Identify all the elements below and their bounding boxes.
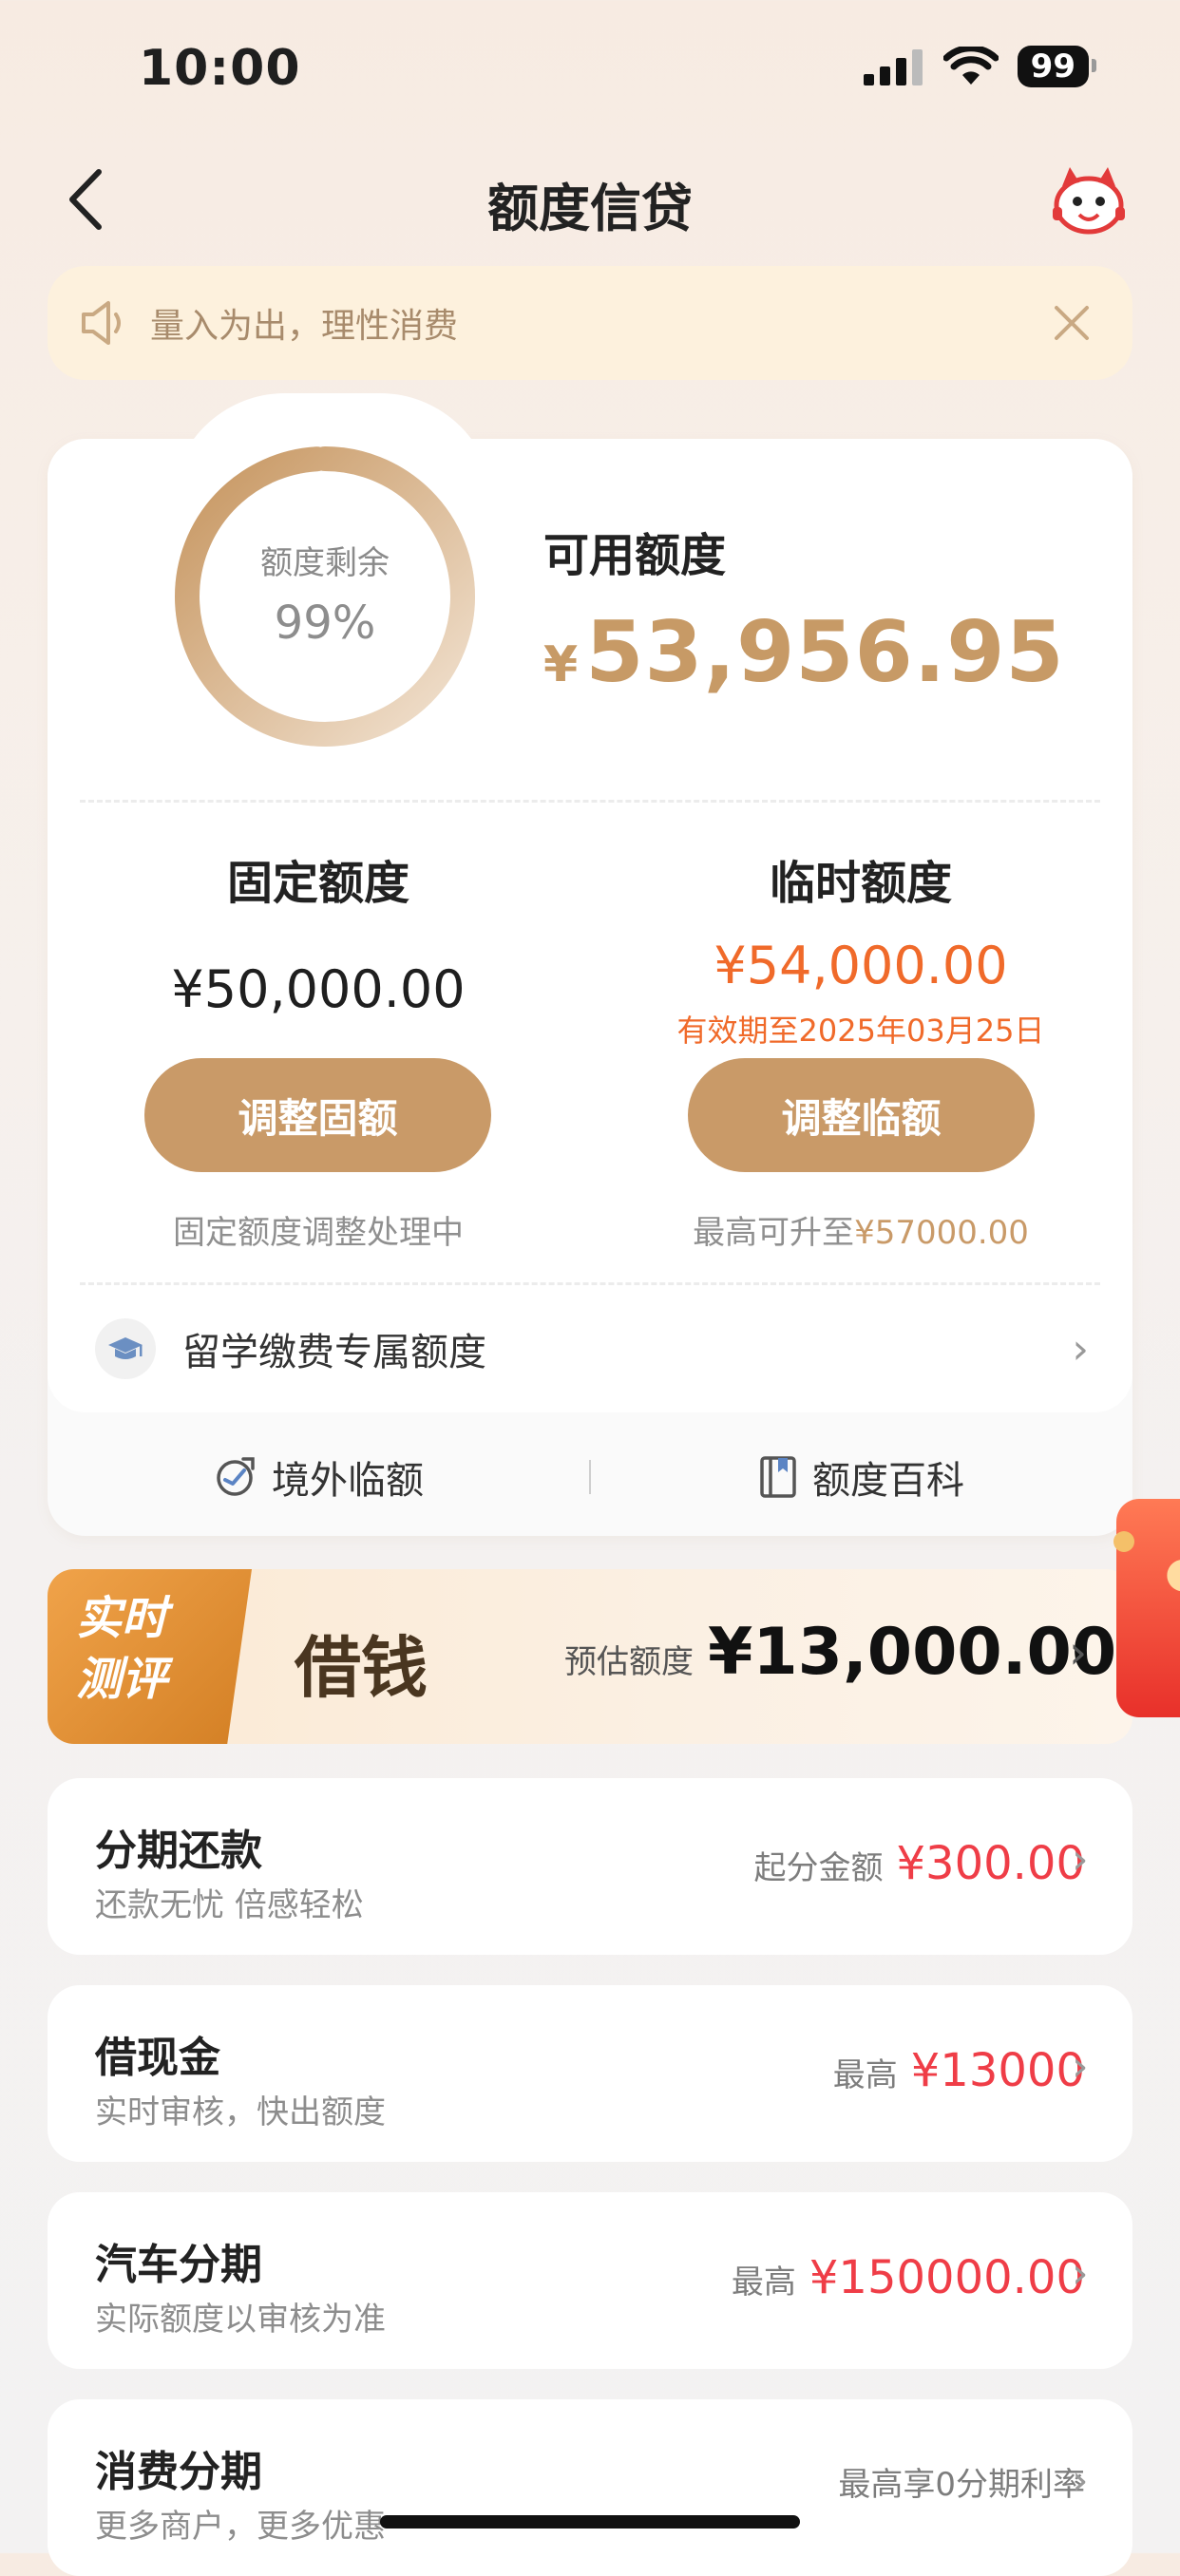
overseas-temp-credit-label: 境外临额	[272, 1459, 424, 1503]
service-subtitle: 实际额度以审核为准	[95, 2301, 386, 2339]
service-right-value: ¥300.00	[896, 1837, 1086, 1890]
overseas-temp-credit-link[interactable]: 境外临额	[48, 1449, 589, 1505]
service-right-info: 最高 ¥150000.00	[732, 2251, 1085, 2304]
divider	[80, 800, 1100, 803]
chevron-right-icon: ›	[1069, 1626, 1088, 1679]
speaker-icon	[82, 301, 121, 345]
adjust-fixed-button[interactable]: 调整固额	[144, 1058, 491, 1172]
book-icon	[760, 1456, 796, 1498]
coin-icon	[1113, 1531, 1134, 1552]
close-icon[interactable]	[1043, 294, 1100, 351]
home-indicator	[380, 2515, 800, 2529]
currency-symbol: ¥	[543, 636, 579, 693]
chevron-right-icon: ›	[1072, 2042, 1089, 2091]
available-credit-amount: ¥53,956.95	[543, 603, 1065, 701]
chevron-right-icon: ›	[1072, 2249, 1089, 2298]
ring-value: 99%	[274, 597, 376, 650]
temp-max-note: 最高可升至¥57000.00	[589, 1206, 1132, 1253]
status-icons: 99	[863, 46, 1097, 87]
fixed-credit-amount: ¥50,000.00	[171, 959, 466, 1019]
fixed-credit-title: 固定额度	[226, 857, 409, 910]
credit-wiki-link[interactable]: 额度百科	[591, 1449, 1132, 1505]
realtime-evaluation-text: 实时 测评	[76, 1588, 219, 1710]
study-abroad-credit-row[interactable]: 留学缴费专属额度 ›	[48, 1301, 1132, 1396]
temp-max-value: ¥57000.00	[854, 1214, 1029, 1252]
overseas-icon	[217, 1457, 255, 1496]
service-title: 分期还款	[95, 1827, 262, 1875]
notice-text: 量入为出，理性消费	[150, 307, 459, 346]
service-title: 借现金	[95, 2034, 220, 2082]
battery-indicator: 99	[1017, 46, 1097, 87]
temp-credit-amount: ¥54,000.00	[714, 936, 1008, 995]
fixed-adjust-status: 固定额度调整处理中	[173, 1214, 464, 1252]
service-subtitle: 更多商户，更多优惠	[95, 2508, 386, 2546]
service-subtitle: 还款无忧 倍感轻松	[95, 1886, 364, 1924]
badge-line-2: 测评	[76, 1653, 168, 1706]
credit-wiki-label: 额度百科	[812, 1459, 964, 1503]
service-subtitle: 实时审核，快出额度	[95, 2093, 386, 2131]
chevron-right-icon: ›	[1072, 1324, 1089, 1373]
service-right-label: 最高享0分期利率	[838, 2466, 1085, 2504]
service-right-value: ¥150000.00	[809, 2251, 1085, 2304]
service-right-info: 最高享0分期利率	[838, 2458, 1085, 2505]
estimated-credit-label: 预估额度	[564, 1643, 694, 1681]
available-credit-label: 可用额度	[543, 529, 727, 582]
wifi-icon	[942, 47, 999, 85]
badge-line-1: 实时	[76, 1592, 168, 1645]
chevron-right-icon: ›	[1072, 1835, 1089, 1884]
service-right-label: 最高	[731, 2263, 796, 2301]
service-right-label: 起分金额	[753, 1849, 884, 1887]
cellular-signal-icon	[863, 49, 923, 85]
borrow-money-title: 借钱	[295, 1628, 428, 1707]
graduation-cap-icon	[95, 1318, 156, 1379]
study-abroad-label: 留学缴费专属额度	[182, 1331, 486, 1374]
ring-label: 额度剩余	[260, 544, 390, 582]
notice-bar: 量入为出，理性消费	[48, 266, 1132, 380]
chevron-right-icon: ›	[1072, 2456, 1089, 2505]
service-title: 汽车分期	[95, 2241, 262, 2289]
sub-links: 境外临额 额度百科	[48, 1434, 1132, 1520]
temp-credit-title: 临时额度	[769, 857, 952, 910]
service-right-value: ¥13000	[910, 2044, 1085, 2097]
adjust-temp-button[interactable]: 调整临额	[688, 1058, 1035, 1172]
status-time: 10:00	[139, 40, 301, 97]
service-right-label: 最高	[832, 2056, 898, 2094]
mascot-avatar-icon[interactable]	[1049, 160, 1129, 239]
temp-credit-validity: 有效期至2025年03月25日	[676, 1013, 1045, 1049]
promo-gift-icon: ●	[1165, 1548, 1180, 1597]
temp-max-prefix: 最高可升至	[693, 1214, 855, 1252]
estimated-credit-value: ¥13,000.00	[708, 1615, 1117, 1690]
service-right-info: 起分金额 ¥300.00	[754, 1837, 1086, 1890]
service-title: 消费分期	[95, 2448, 262, 2496]
page-title: 额度信贷	[487, 179, 693, 238]
service-right-info: 最高 ¥13000	[833, 2044, 1085, 2097]
available-credit-value: 53,956.95	[585, 603, 1065, 701]
divider	[80, 1282, 1100, 1285]
